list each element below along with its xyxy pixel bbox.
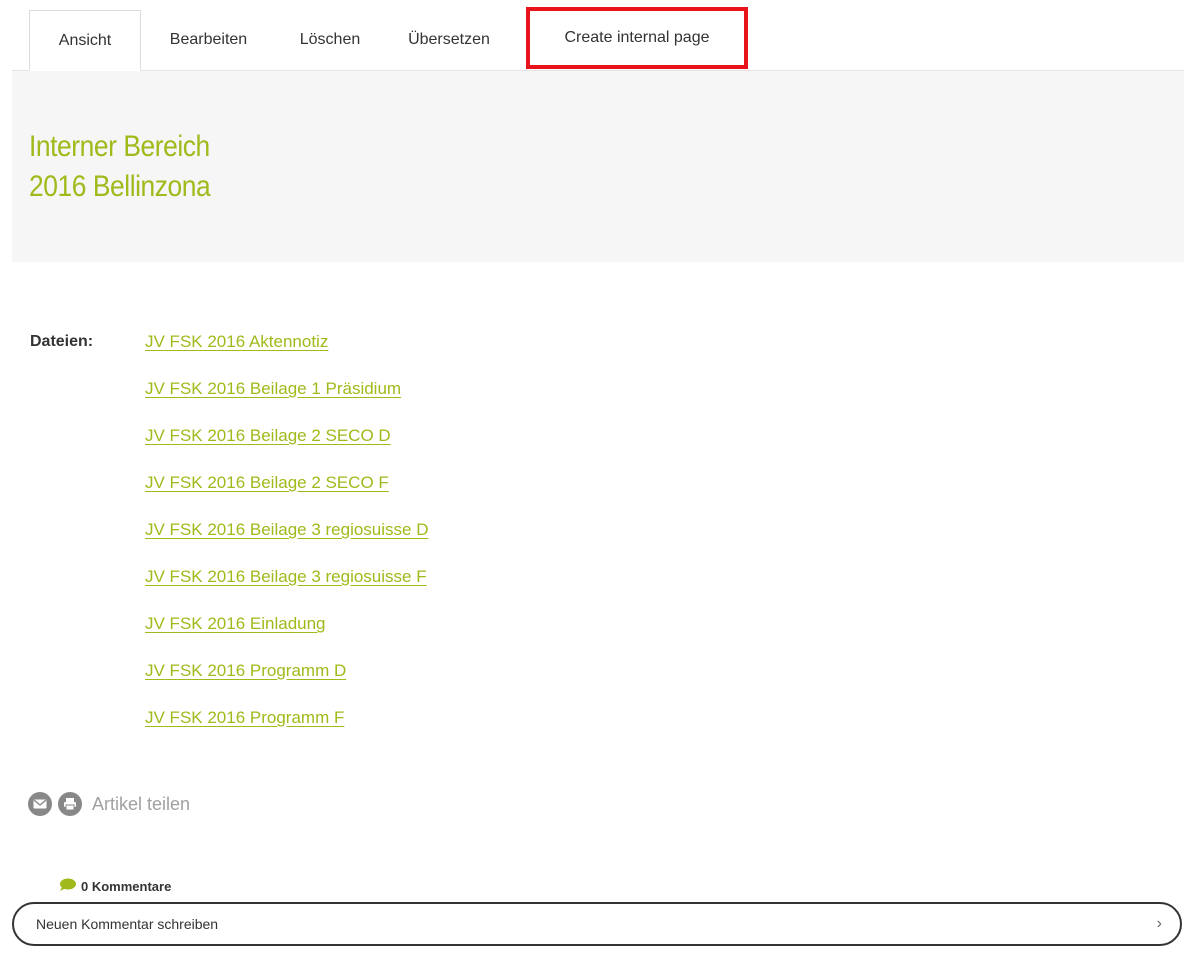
files-label: Dateien:	[30, 333, 94, 350]
list-item: JV FSK 2016 Einladung	[145, 609, 429, 656]
file-link-beilage-3-regiosuisse-f[interactable]: JV FSK 2016 Beilage 3 regiosuisse F	[145, 562, 427, 587]
tab-bar: Ansicht Bearbeiten Löschen Übersetzen Cr…	[12, 7, 1184, 71]
file-link-programm-d[interactable]: JV FSK 2016 Programm D	[145, 656, 346, 681]
tab-loeschen[interactable]: Löschen	[276, 10, 384, 70]
share-label[interactable]: Artikel teilen	[92, 794, 190, 815]
page-title-line-1: Interner Bereich	[29, 130, 210, 163]
page-title: Interner Bereich 2016 Bellinzona	[29, 127, 211, 207]
file-link-beilage-2-seco-d[interactable]: JV FSK 2016 Beilage 2 SECO D	[145, 421, 391, 446]
file-link-beilage-2-seco-f[interactable]: JV FSK 2016 Beilage 2 SECO F	[145, 468, 389, 493]
file-link-beilage-3-regiosuisse-d[interactable]: JV FSK 2016 Beilage 3 regiosuisse D	[145, 515, 429, 540]
mail-icon[interactable]	[28, 792, 52, 816]
page-header: Interner Bereich 2016 Bellinzona	[12, 71, 1184, 262]
list-item: JV FSK 2016 Aktennotiz	[145, 327, 429, 374]
new-comment-label: Neuen Kommentar schreiben	[36, 916, 219, 932]
list-item: JV FSK 2016 Beilage 1 Präsidium	[145, 374, 429, 421]
comments-count: 0 Kommentare	[58, 878, 171, 895]
list-item: JV FSK 2016 Beilage 3 regiosuisse F	[145, 562, 429, 609]
page-title-line-2: 2016 Bellinzona	[29, 170, 211, 203]
print-icon[interactable]	[58, 792, 82, 816]
file-list: JV FSK 2016 Aktennotiz JV FSK 2016 Beila…	[145, 327, 429, 750]
tab-create-internal-page[interactable]: Create internal page	[526, 7, 748, 69]
share-bar: Artikel teilen	[28, 792, 190, 816]
file-link-aktennotiz[interactable]: JV FSK 2016 Aktennotiz	[145, 327, 328, 352]
chevron-right-icon[interactable]: ›	[1157, 915, 1162, 933]
page: Ansicht Bearbeiten Löschen Übersetzen Cr…	[0, 0, 1184, 957]
tab-bearbeiten[interactable]: Bearbeiten	[141, 10, 276, 70]
tab-ansicht[interactable]: Ansicht	[29, 10, 141, 71]
list-item: JV FSK 2016 Programm D	[145, 656, 429, 703]
list-item: JV FSK 2016 Beilage 3 regiosuisse D	[145, 515, 429, 562]
comments-count-label: 0 Kommentare	[81, 879, 172, 894]
file-link-beilage-1-praesidium[interactable]: JV FSK 2016 Beilage 1 Präsidium	[145, 374, 401, 399]
list-item: JV FSK 2016 Programm F	[145, 703, 429, 750]
comment-bubble-icon	[58, 878, 78, 895]
new-comment-input[interactable]: Neuen Kommentar schreiben ›	[12, 902, 1182, 946]
file-link-programm-f[interactable]: JV FSK 2016 Programm F	[145, 703, 344, 728]
list-item: JV FSK 2016 Beilage 2 SECO F	[145, 468, 429, 515]
list-item: JV FSK 2016 Beilage 2 SECO D	[145, 421, 429, 468]
file-link-einladung[interactable]: JV FSK 2016 Einladung	[145, 609, 326, 634]
tab-uebersetzen[interactable]: Übersetzen	[384, 10, 514, 70]
